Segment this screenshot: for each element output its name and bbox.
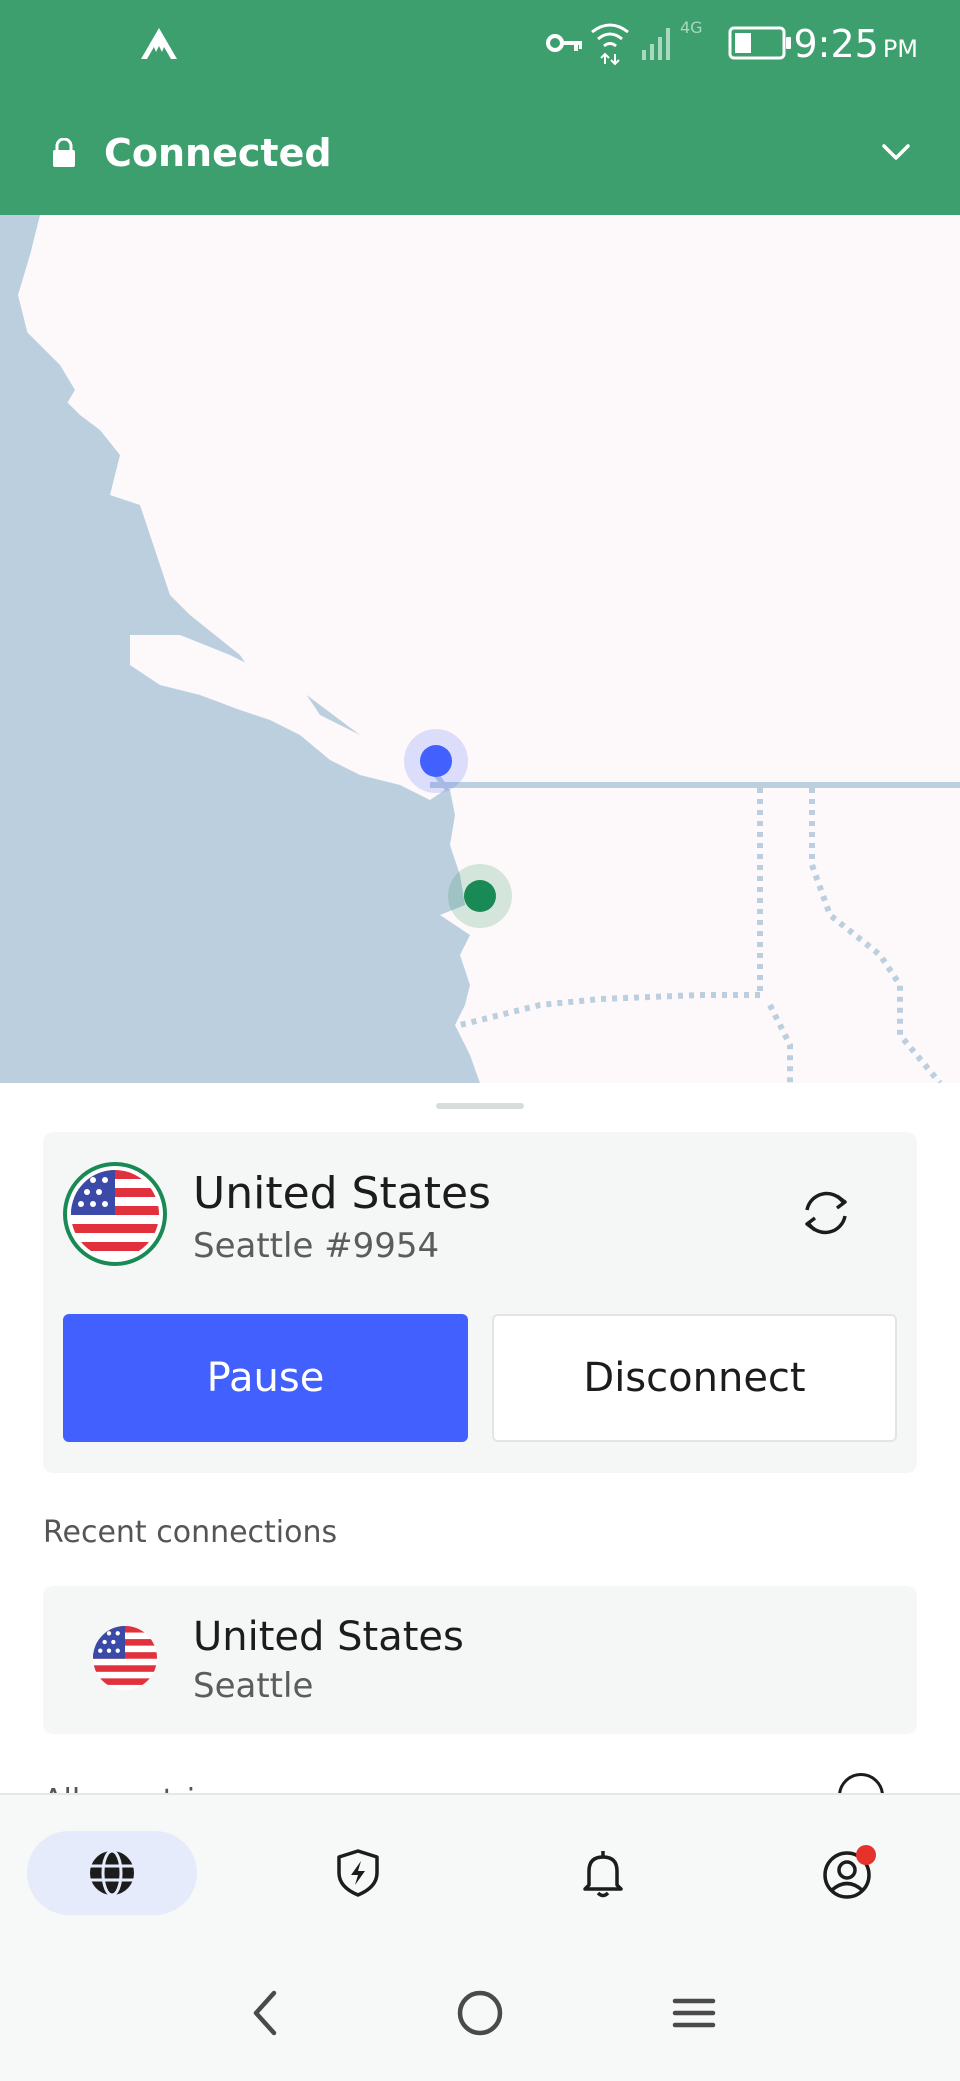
shield-bolt-icon [337, 1849, 379, 1897]
bottom-nav [0, 1793, 960, 1933]
disconnect-button[interactable]: Disconnect [492, 1314, 897, 1442]
top-bar: 4G 9:25 PM Connected [0, 0, 960, 215]
profile-icon [823, 1845, 876, 1899]
back-icon [253, 1990, 277, 2036]
current-connection-card: United States Seattle #9954 Pause Discon… [43, 1132, 917, 1473]
notification-badge [856, 1845, 876, 1865]
system-nav-bar [0, 1933, 960, 2081]
bell-icon [583, 1851, 623, 1898]
globe-icon [90, 1849, 134, 1897]
connection-country: United States [193, 1168, 491, 1219]
refresh-icon[interactable] [793, 1180, 859, 1246]
nav-threat-protection[interactable] [273, 1831, 443, 1915]
chevron-circle-icon[interactable] [838, 1773, 884, 1793]
vpn-key-icon [546, 34, 582, 52]
battery-icon [728, 26, 791, 60]
connection-server: Seattle #9954 [193, 1226, 440, 1266]
home-button[interactable] [440, 1973, 520, 2053]
recent-item-country: United States [193, 1614, 464, 1660]
map-canvas [0, 215, 960, 1083]
wifi-icon [591, 23, 629, 66]
menu-icon [672, 1998, 716, 2028]
back-button[interactable] [226, 1973, 306, 2053]
network-type: 4G [680, 18, 703, 37]
us-flag-icon [71, 1170, 159, 1258]
lock-icon [53, 138, 75, 167]
connection-flag [63, 1162, 167, 1266]
sheet-drag-handle[interactable] [436, 1103, 524, 1109]
all-countries-title: All countries [43, 1783, 229, 1793]
recent-item-city: Seattle [193, 1666, 314, 1706]
nordvpn-logo-icon [141, 28, 177, 59]
menu-button[interactable] [654, 1973, 734, 2053]
bottom-sheet: United States Seattle #9954 Pause Discon… [0, 1083, 960, 1793]
map-view[interactable] [0, 215, 960, 1083]
nav-globe[interactable] [27, 1831, 197, 1915]
connection-status-label: Connected [104, 131, 332, 175]
clock-time: 9:25 [793, 22, 879, 66]
chevron-down-icon[interactable] [876, 132, 916, 172]
home-icon [457, 1990, 503, 2036]
clock: 9:25 PM [793, 22, 918, 66]
nav-profile[interactable] [764, 1831, 934, 1915]
recent-connection-item[interactable]: United States Seattle [43, 1586, 917, 1734]
user-location-marker[interactable] [464, 880, 496, 912]
server-location-marker[interactable] [420, 745, 452, 777]
pause-button[interactable]: Pause [63, 1314, 468, 1442]
connection-status[interactable]: Connected [52, 125, 332, 181]
nav-notifications[interactable] [518, 1831, 688, 1915]
signal-icon [642, 28, 670, 60]
us-flag-icon [93, 1626, 157, 1690]
clock-ampm: PM [882, 35, 918, 63]
recent-connections-title: Recent connections [43, 1515, 338, 1550]
